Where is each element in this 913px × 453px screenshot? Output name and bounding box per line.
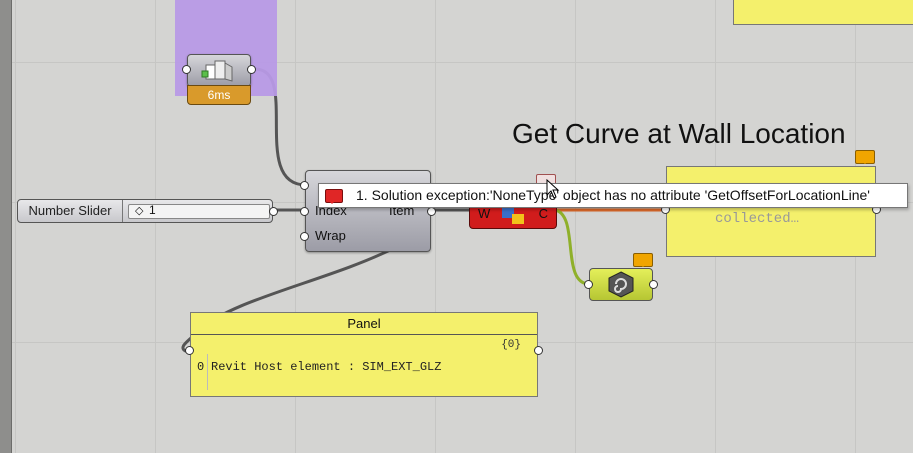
- number-slider[interactable]: Number Slider ◇ 1: [17, 199, 278, 223]
- slider-track[interactable]: ◇ 1: [128, 203, 270, 219]
- geometry-component[interactable]: [182, 54, 256, 87]
- output-panel[interactable]: collected…: [661, 166, 881, 257]
- wrap-input-label: Wrap: [315, 228, 346, 243]
- spiral-hex-icon: [608, 271, 634, 298]
- panel-title: Panel: [191, 313, 537, 335]
- python-icon: [502, 208, 524, 224]
- error-tooltip-message: 1. Solution exception:'NoneType' object …: [356, 187, 870, 203]
- index-input-port[interactable]: [300, 207, 309, 216]
- warning-balloon-icon[interactable]: [633, 253, 653, 267]
- profiler-time-badge: 6ms: [187, 85, 251, 105]
- slider-value: 1: [149, 203, 156, 217]
- panel-output-port[interactable]: [534, 346, 543, 355]
- warning-balloon-icon[interactable]: [855, 150, 875, 164]
- slider-output-port[interactable]: [269, 207, 278, 216]
- error-tooltip: 1. Solution exception:'NoneType' object …: [318, 183, 908, 208]
- input-port[interactable]: [182, 65, 191, 74]
- slider-label: Number Slider: [18, 200, 123, 222]
- wall-geometry-icon: [201, 60, 233, 82]
- panel-row-value: Revit Host element : SIM_EXT_GLZ: [211, 360, 442, 374]
- red-output-label: C: [538, 206, 548, 221]
- wire-red-to-green: [554, 208, 591, 286]
- panel-input-port[interactable]: [185, 346, 194, 355]
- output-panel-text: collected…: [715, 211, 800, 227]
- list-input-port[interactable]: [300, 181, 309, 190]
- spiral-output-port[interactable]: [649, 280, 658, 289]
- item-output-port[interactable]: [427, 207, 436, 216]
- panel-row-divider: [207, 354, 208, 390]
- panel-data-path: {0}: [501, 339, 521, 351]
- panel-row: 0 Revit Host element : SIM_EXT_GLZ: [191, 354, 537, 390]
- panel-component[interactable]: Panel {0} 0 Revit Host element : SIM_EXT…: [185, 312, 543, 397]
- slider-grip-icon[interactable]: ◇: [135, 204, 143, 217]
- mouse-cursor-icon: [546, 179, 560, 199]
- error-balloon-icon: [325, 189, 343, 204]
- spiral-component[interactable]: [584, 268, 658, 301]
- spiral-input-port[interactable]: [584, 280, 593, 289]
- top-right-panel[interactable]: [733, 0, 913, 25]
- wrap-input-port[interactable]: [300, 232, 309, 241]
- red-input-label: W: [478, 206, 491, 221]
- canvas-title: Get Curve at Wall Location: [512, 118, 846, 149]
- panel-row-index: 0: [197, 360, 205, 374]
- output-port[interactable]: [247, 65, 256, 74]
